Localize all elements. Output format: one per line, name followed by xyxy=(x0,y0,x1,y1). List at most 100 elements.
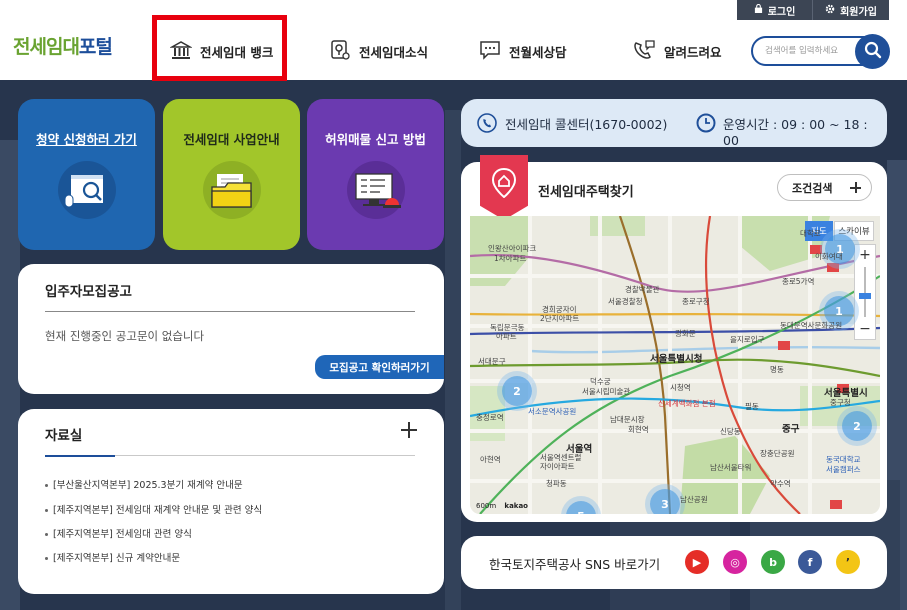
tile-apply[interactable]: 청약 신청하러 가기 xyxy=(18,99,155,250)
map-label: 광화문 xyxy=(675,329,696,338)
site-logo[interactable]: 전세임대포털 xyxy=(13,32,113,59)
map-label: 필동 xyxy=(745,402,759,411)
house-finder-card: 전세임대주택찾기 조건검색 지도 스카이뷰 + − 1 1 2 2 3 인왕산아… xyxy=(461,155,887,522)
logo-text-a: 전세임대 xyxy=(13,36,80,58)
library-item[interactable]: [부산울산지역본부] 2025.3분기 재계약 안내문 xyxy=(45,477,243,491)
folder-icon xyxy=(203,161,261,219)
monitor-apply-icon xyxy=(58,161,116,219)
join-label: 회원가입 xyxy=(840,6,877,18)
map-view[interactable]: 지도 스카이뷰 + − 1 1 2 2 3 5 인왕산아이파크 1차아파트 경희… xyxy=(470,216,880,514)
nav-label-bank: 전세임대 뱅크 xyxy=(200,44,274,60)
library-more-plus-icon[interactable] xyxy=(400,421,418,439)
nav-item-consult[interactable]: 전월세상담 xyxy=(479,38,567,64)
zoom-in-icon[interactable]: + xyxy=(855,245,875,265)
condition-search-button[interactable]: 조건검색 xyxy=(777,174,872,201)
search-input[interactable] xyxy=(765,38,861,64)
library-item-label: [제주지역본부] 전세임대 재계약 안내문 및 관련 양식 xyxy=(53,505,263,516)
zoom-slider-handle[interactable] xyxy=(859,293,871,299)
zoom-track xyxy=(864,267,866,317)
phone-icon xyxy=(632,39,656,64)
search-button[interactable] xyxy=(855,34,890,69)
nav-label-notice: 알려드려요 xyxy=(664,44,722,60)
callcenter-phone: 전세임대 콜센터(1670-0002) xyxy=(505,117,668,132)
map-label: 중구 xyxy=(782,424,800,435)
map-label: 약수역 xyxy=(770,479,791,488)
map-label: 서울경찰청 xyxy=(608,297,643,306)
map-label: 을지로입구 xyxy=(730,335,765,344)
notice-divider xyxy=(45,311,415,312)
map-label: 신당동 xyxy=(720,427,741,436)
map-label: 장충단공원 xyxy=(760,449,795,458)
sns-title: 한국토지주택공사 SNS 바로가기 xyxy=(489,557,661,572)
map-pin-badge xyxy=(480,155,528,220)
map-label: 시청역 xyxy=(670,383,691,392)
map-label: 신세계백화점 본점 xyxy=(658,399,716,408)
news-icon xyxy=(329,39,351,64)
notice-empty-text: 현재 진행중인 공고문이 없습니다 xyxy=(45,329,205,343)
condition-search-label: 조건검색 xyxy=(792,181,833,195)
map-label: 아파트 xyxy=(496,332,517,341)
bullet-icon xyxy=(45,509,48,512)
tile-business-label: 전세임대 사업안내 xyxy=(183,132,280,147)
library-item[interactable]: [제주지역본부] 신규 계약안내문 xyxy=(45,550,180,564)
map-label: 종로구청 xyxy=(682,297,710,306)
map-label: 남산공원 xyxy=(680,495,708,504)
chat-icon xyxy=(479,39,501,64)
login-button[interactable]: 로그인 xyxy=(737,0,813,20)
library-item-label: [부산울산지역본부] 2025.3분기 재계약 안내문 xyxy=(53,480,243,491)
logo-text-b: 포털 xyxy=(78,36,113,58)
cluster-marker[interactable]: 2 xyxy=(842,411,872,441)
library-item[interactable]: [제주지역본부] 전세임대 재계약 안내문 및 관련 양식 xyxy=(45,502,262,516)
scale-label: 600m xyxy=(476,502,497,510)
notice-check-button[interactable]: 모집공고 확인하러가기 xyxy=(315,355,444,379)
map-scale: 600m kakao xyxy=(476,502,528,510)
lock-icon xyxy=(754,3,763,16)
clock-icon xyxy=(696,113,716,137)
nav-item-news[interactable]: 전세임대소식 xyxy=(329,38,428,64)
youtube-icon[interactable]: ▶ xyxy=(685,550,709,574)
zoom-out-icon[interactable]: − xyxy=(855,319,875,339)
nav-item-bank[interactable]: 전세임대 뱅크 xyxy=(169,38,274,64)
blog-icon[interactable]: b xyxy=(761,550,785,574)
notice-title: 입주자모집공고 xyxy=(45,284,132,300)
map-label: 동대문역사문화공원 xyxy=(780,321,843,330)
login-label: 로그인 xyxy=(767,6,796,18)
map-label: 대학로 xyxy=(800,229,821,238)
library-item-label: [제주지역본부] 전세임대 관련 양식 xyxy=(53,529,192,540)
sns-bar: 한국토지주택공사 SNS 바로가기 ▶ ◎ b f ’ xyxy=(461,536,887,589)
kakao-story-icon[interactable]: ’ xyxy=(836,550,860,574)
map-label: 경찰박물관 xyxy=(625,285,660,294)
callcenter-hours: 운영시간 : 09 : 00 ~ 18 : 00 xyxy=(723,117,868,148)
map-label: 이화여대 xyxy=(815,252,843,261)
library-title: 자료실 xyxy=(45,428,83,444)
top-utility-bar: 로그인 회원가입 xyxy=(737,0,889,20)
tile-report-label: 허위매물 신고 방법 xyxy=(325,132,426,147)
instagram-icon[interactable]: ◎ xyxy=(723,550,747,574)
map-label: 남대문시장 xyxy=(610,415,645,424)
map-label: 자이아파트 xyxy=(540,462,575,471)
tile-false-listing-report[interactable]: 허위매물 신고 방법 xyxy=(307,99,444,250)
phone-circle-icon xyxy=(477,113,497,137)
site-header: 로그인 회원가입 전세임대포털 전세임대 뱅크 전세임대소식 전월세상담 알려드… xyxy=(0,0,907,81)
cluster-marker[interactable]: 3 xyxy=(650,489,680,514)
library-divider-accent xyxy=(45,455,115,457)
bullet-icon xyxy=(45,533,48,536)
map-label: 서울시립미술관 xyxy=(582,387,631,396)
nav-label-consult: 전월세상담 xyxy=(509,44,567,60)
library-item-label: [제주지역본부] 신규 계약안내문 xyxy=(53,553,181,564)
library-panel: 자료실 [부산울산지역본부] 2025.3분기 재계약 안내문 [제주지역본부]… xyxy=(18,409,444,594)
nav-item-notice[interactable]: 알려드려요 xyxy=(632,38,722,64)
gear-icon xyxy=(825,4,835,17)
bullet-icon xyxy=(45,557,48,560)
map-label: 서울캠퍼스 xyxy=(826,465,861,474)
library-item[interactable]: [제주지역본부] 전세임대 관련 양식 xyxy=(45,526,192,540)
tile-apply-label: 청약 신청하러 가기 xyxy=(36,132,137,147)
zoom-control: + − xyxy=(854,244,876,340)
map-label: 남산서울타워 xyxy=(710,463,752,472)
facebook-icon[interactable]: f xyxy=(798,550,822,574)
join-button[interactable]: 회원가입 xyxy=(813,0,889,20)
tile-business-guide[interactable]: 전세임대 사업안내 xyxy=(163,99,300,250)
bank-icon xyxy=(169,39,193,64)
notice-panel: 입주자모집공고 현재 진행중인 공고문이 없습니다 모집공고 확인하러가기 xyxy=(18,264,444,394)
cluster-marker[interactable]: 2 xyxy=(502,376,532,406)
